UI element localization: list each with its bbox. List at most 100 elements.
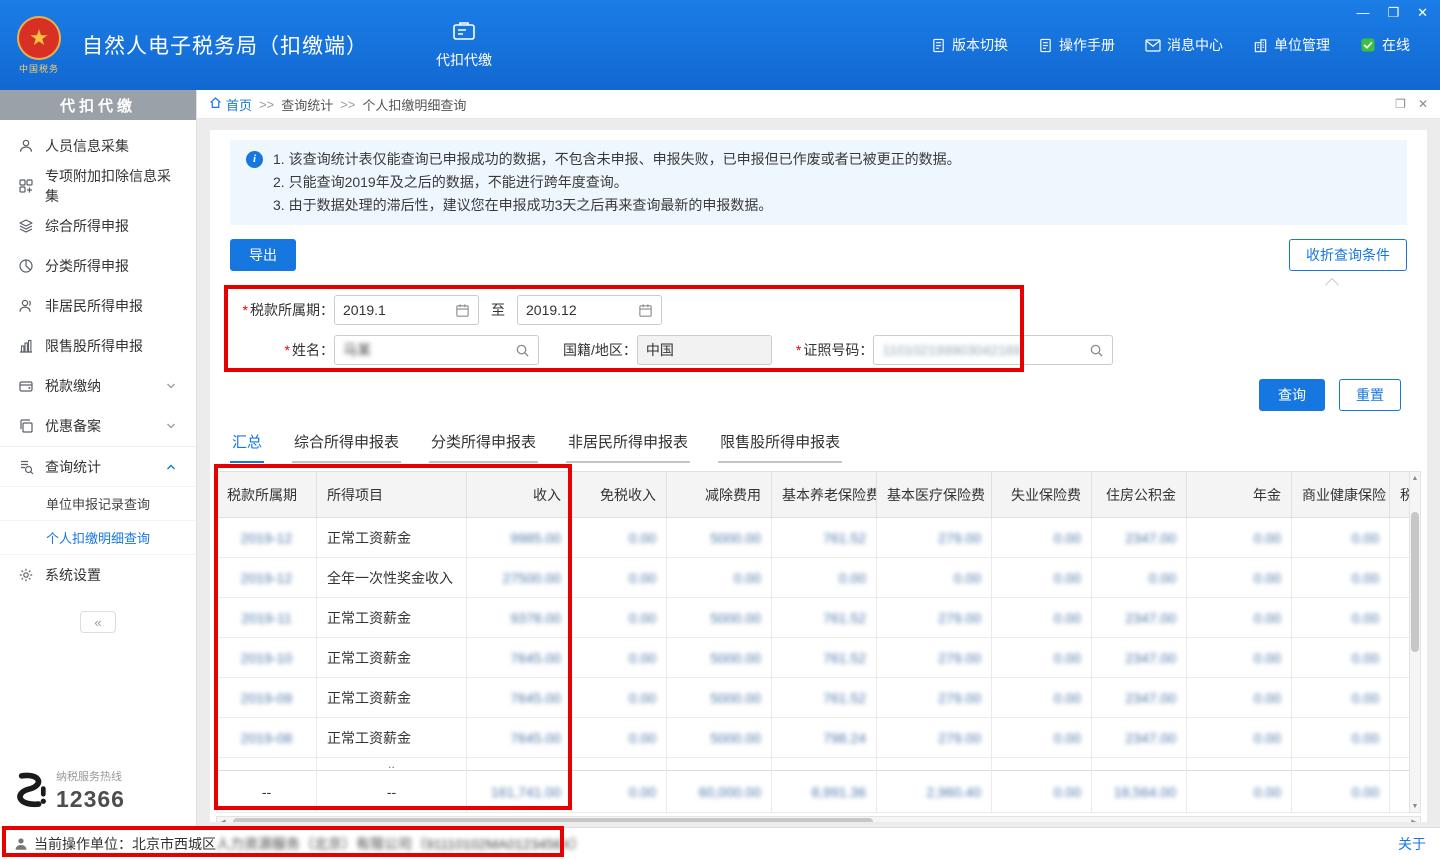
pie-icon (18, 258, 35, 274)
sidebar-subitem-unit-declaration-record-query[interactable]: 单位申报记录查询 (0, 487, 196, 521)
sidebar-item-personnel-info-collection[interactable]: 人员信息采集 (0, 126, 196, 166)
query-panel-caret-icon (1325, 278, 1339, 292)
vertical-scrollbar[interactable]: ▲ ▼ (1409, 471, 1421, 813)
period-start-value: 2019.1 (343, 302, 449, 318)
nav-label: 在线 (1382, 35, 1410, 55)
horizontal-scrollbar-thumb[interactable] (233, 818, 873, 822)
operator-icon (14, 837, 28, 851)
nav-message-center[interactable]: 消息中心 (1145, 35, 1223, 55)
export-button[interactable]: 导出 (230, 239, 296, 271)
scroll-down-icon[interactable]: ▼ (1410, 800, 1420, 812)
table-cell: 0.00 (572, 771, 667, 813)
sidebar: 代扣代缴 人员信息采集专项附加扣除信息采集综合所得申报分类所得申报非居民所得申报… (0, 90, 197, 827)
query-button[interactable]: 查询 (1259, 379, 1325, 411)
name-input[interactable]: 马某 (334, 335, 539, 365)
about-link[interactable]: 关于 (1398, 834, 1426, 854)
table-cell (772, 758, 877, 771)
sidebar-item-classified-income-declaration[interactable]: 分类所得申报 (0, 246, 196, 286)
nav-version-switch[interactable]: 版本切换 (931, 35, 1008, 55)
column-header: 基本养老保险费 (772, 472, 877, 518)
column-header: 免税收入 (572, 472, 667, 518)
table-cell: 2019-12 (217, 518, 317, 558)
column-header: 失业保险费 (992, 472, 1092, 518)
sidebar-item-restricted-stock-declaration[interactable]: 限售股所得申报 (0, 326, 196, 366)
tab-summary[interactable]: 汇总 (230, 431, 264, 463)
pane-close-icon[interactable]: ✕ (1418, 97, 1428, 111)
table-cell: 2347.00 (1092, 598, 1187, 638)
breadcrumb: 首页 >> 查询统计 >> 个人扣缴明细查询 ❐ ✕ (197, 90, 1440, 119)
maximize-button[interactable]: ❐ (1387, 5, 1399, 21)
sidebar-subitem-personal-withholding-detail-query[interactable]: 个人扣缴明细查询 (0, 521, 196, 555)
reset-button[interactable]: 重置 (1339, 379, 1401, 411)
tax-bureau-logo: ★ 中国税务 (10, 16, 68, 75)
notice-line: 1. 该查询统计表仅能查询已申报成功的数据，不包含未申报、申报失败，已申报但已作… (273, 148, 961, 171)
sidebar-item-nonresident-income-declaration[interactable]: 非居民所得申报 (0, 286, 196, 326)
tab-comprehensive-income[interactable]: 综合所得申报表 (292, 431, 401, 463)
tab-nonresident-income[interactable]: 非居民所得申报表 (566, 431, 690, 463)
result-tabs: 汇总 综合所得申报表 分类所得申报表 非居民所得申报表 限售股所得申报表 (230, 431, 1407, 463)
horizontal-scrollbar[interactable]: ◀ ▶ (216, 816, 1421, 822)
search-icon[interactable] (515, 343, 530, 358)
sidebar-item-preferential-filing[interactable]: 优惠备案 (0, 406, 196, 446)
sidebar-collapse-button[interactable]: « (80, 611, 116, 633)
table-cell (1390, 758, 1410, 771)
nationality-input[interactable]: 中国 (637, 335, 772, 365)
table-cell (1390, 598, 1410, 638)
sidebar-item-special-deduction-collection[interactable]: 专项附加扣除信息采集 (0, 166, 196, 206)
person-icon (18, 138, 35, 154)
tab-restricted-stock[interactable]: 限售股所得申报表 (718, 431, 842, 463)
name-label: *姓名： (230, 340, 334, 360)
tab-withholding[interactable]: 代扣代缴 (424, 12, 504, 78)
calendar-icon[interactable] (638, 303, 653, 318)
sidebar-item-system-settings[interactable]: 系统设置 (0, 555, 196, 595)
sidebar-item-tax-payment[interactable]: 税款缴纳 (0, 366, 196, 406)
calendar-icon[interactable] (455, 303, 470, 318)
breadcrumb-home-link[interactable]: 首页 (209, 95, 252, 114)
nav-label: 操作手册 (1059, 35, 1115, 55)
scroll-left-icon[interactable]: ◀ (217, 817, 229, 822)
main-area: 首页 >> 查询统计 >> 个人扣缴明细查询 ❐ ✕ i 1. 该查询统计表仅能… (197, 90, 1440, 827)
table-cell: 761.52 (772, 638, 877, 678)
table-cell: 正常工资薪金 (317, 518, 467, 558)
tab-classified-income[interactable]: 分类所得申报表 (429, 431, 538, 463)
period-end-input[interactable]: 2019.12 (517, 295, 662, 325)
table-cell: 18,564.00 (1092, 771, 1187, 813)
nav-online-status[interactable]: 在线 (1360, 35, 1410, 55)
breadcrumb-home-label: 首页 (226, 95, 252, 114)
sidebar-item-label: 专项附加扣除信息采集 (45, 166, 182, 206)
table-cell (1292, 758, 1390, 771)
sidebar-item-label: 限售股所得申报 (45, 336, 143, 356)
table-cell: 0.00 (877, 558, 992, 598)
vertical-scrollbar-thumb[interactable] (1411, 512, 1419, 652)
pane-restore-icon[interactable]: ❐ (1395, 97, 1406, 111)
sidebar-item-comprehensive-income-declaration[interactable]: 综合所得申报 (0, 206, 196, 246)
table-cell (1390, 718, 1410, 758)
id-number-input[interactable]: 110102199903042169 (873, 335, 1113, 365)
table-cell: 5000.00 (667, 598, 772, 638)
minimize-button[interactable]: — (1356, 5, 1369, 21)
sidebar-item-label: 综合所得申报 (45, 216, 129, 236)
scroll-up-icon[interactable]: ▲ (1410, 472, 1420, 484)
table-cell: 0.00 (1187, 771, 1292, 813)
table-cell (217, 758, 317, 771)
table-cell: 0.00 (572, 518, 667, 558)
nav-label: 版本切换 (952, 35, 1008, 55)
table-cell: 2347.00 (1092, 718, 1187, 758)
nonresident-icon (18, 298, 35, 314)
collapse-query-button[interactable]: 收折查询条件 (1289, 239, 1407, 271)
national-emblem-icon: ★ (17, 16, 61, 60)
table-cell (1390, 518, 1410, 558)
sidebar-subitem-label: 个人扣缴明细查询 (46, 528, 150, 547)
nav-unit-management[interactable]: 单位管理 (1253, 35, 1330, 55)
table-cell: 0.00 (1292, 718, 1390, 758)
nav-manual[interactable]: 操作手册 (1038, 35, 1115, 55)
close-button[interactable]: ✕ (1417, 5, 1428, 21)
period-start-input[interactable]: 2019.1 (334, 295, 479, 325)
search-icon[interactable] (1089, 343, 1104, 358)
sidebar-item-query-statistics[interactable]: 查询统计 (0, 446, 196, 486)
table-cell: .. (317, 758, 467, 771)
table-cell: 2019-09 (217, 678, 317, 718)
scroll-right-icon[interactable]: ▶ (1408, 817, 1420, 822)
table-cell: 0.00 (1292, 638, 1390, 678)
id-number-value: 110102199903042169 (882, 342, 1083, 358)
